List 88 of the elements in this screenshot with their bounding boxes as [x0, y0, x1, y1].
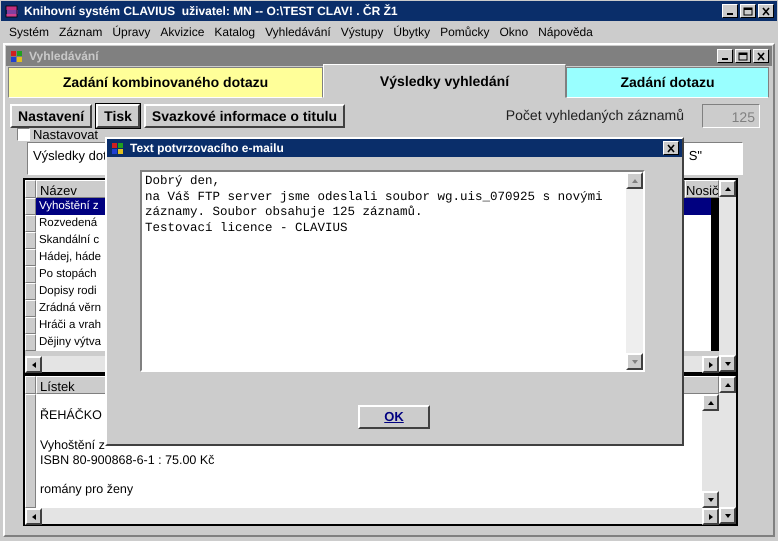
scroll-up-button[interactable]	[702, 394, 719, 411]
vertical-scrollbar[interactable]	[719, 376, 736, 524]
row-header[interactable]	[25, 249, 36, 266]
column-header[interactable]: Nosič	[685, 180, 719, 198]
scroll-up-button[interactable]	[719, 180, 736, 197]
row-header[interactable]	[25, 283, 36, 300]
menu-item[interactable]: Vyhledávání	[260, 23, 336, 41]
menu-item[interactable]: Pomůcky	[435, 23, 494, 41]
maximize-button[interactable]	[735, 49, 751, 63]
scroll-down-button[interactable]	[719, 507, 736, 524]
card-text: ŘEHÁČKO	[40, 408, 102, 423]
toolbar-button[interactable]: Tisk	[96, 104, 140, 128]
row-header[interactable]	[25, 300, 36, 317]
window-title: Knihovní systém CLAVIUS uživatel: MN -- O:\TEST CLAV! . ČR Ž1	[24, 3, 398, 20]
arrow-down-icon	[724, 360, 732, 368]
minimize-button[interactable]	[722, 4, 738, 18]
checkbox-label: Nastavovat	[33, 126, 98, 144]
row-header[interactable]	[25, 198, 36, 215]
tab[interactable]: Zadání kombinovaného dotazu	[8, 67, 323, 98]
horizontal-scrollbar[interactable]	[25, 508, 719, 524]
row-header[interactable]	[25, 266, 36, 283]
arrow-up-icon	[724, 184, 732, 192]
tab[interactable]: Výsledky vyhledání	[323, 64, 566, 98]
row-header[interactable]	[25, 317, 36, 334]
window-icon	[9, 48, 25, 64]
close-button[interactable]	[753, 49, 769, 63]
menu-item[interactable]: Nápověda	[533, 23, 598, 41]
maximize-icon	[738, 52, 748, 60]
message-field[interactable]: Dobrý den, na Váš FTP server jsme odeslali soubor wg.uis_070925 s novými záznamy. Soubor obsahuje 125 záznamů. Testovací licence - CLAVIUS	[140, 170, 645, 372]
dialog-title: Text potvrzovacího e-mailu	[130, 140, 284, 157]
vertical-scrollbar[interactable]	[719, 180, 736, 372]
scroll-up-button[interactable]	[626, 172, 643, 189]
arrow-left-icon	[30, 360, 38, 368]
row-header[interactable]	[25, 334, 36, 351]
card-text: ISBN 80-900868-6-1 : 75.00 Kč	[40, 453, 214, 468]
maximize-icon	[743, 6, 753, 16]
window-title: Vyhledávání	[29, 48, 99, 65]
scroll-right-button[interactable]	[702, 508, 719, 525]
card-text: romány pro ženy	[40, 482, 134, 497]
arrow-down-icon	[724, 512, 732, 520]
toolbar-button[interactable]: Nastavení	[10, 104, 92, 128]
menu-item[interactable]: Katalog	[209, 23, 260, 41]
menu-item[interactable]: Úpravy	[107, 23, 156, 41]
arrow-up-icon	[706, 398, 714, 406]
count-field: 125	[702, 104, 760, 128]
message-text: Dobrý den, na Váš FTP server jsme odeslali soubor wg.uis_070925 s novými záznamy. Soubor obsahuje 125 záznamů. Testovací licence - CLAVIUS	[145, 174, 603, 236]
close-button[interactable]	[758, 4, 774, 18]
vertical-scrollbar[interactable]	[626, 172, 643, 370]
menu-item[interactable]: Záznam	[54, 23, 108, 41]
minimize-icon	[722, 58, 728, 60]
arrow-left-icon	[30, 512, 38, 520]
card-text: Vyhoštění z	[40, 438, 105, 453]
summary-text: S"	[688, 147, 702, 165]
arrow-down-icon	[706, 496, 714, 504]
scroll-left-button[interactable]	[25, 508, 42, 525]
scroll-up-button[interactable]	[719, 376, 736, 393]
menu-item[interactable]: Systém	[4, 23, 54, 41]
arrow-down-icon	[630, 358, 638, 366]
arrow-up-icon	[724, 380, 732, 388]
maximize-button[interactable]	[740, 4, 756, 18]
scroll-right-button[interactable]	[702, 356, 719, 373]
arrow-up-icon	[630, 176, 638, 184]
arrow-right-icon	[706, 360, 714, 368]
count-label: Počet vyhledaných záznamů	[506, 106, 684, 125]
window-icon	[110, 140, 126, 156]
scroll-left-button[interactable]	[25, 356, 42, 373]
scroll-down-button[interactable]	[626, 353, 643, 370]
tab[interactable]: Zadání dotazu	[566, 67, 769, 98]
menu-item[interactable]: Akvizice	[155, 23, 210, 41]
books-icon	[4, 3, 20, 19]
close-icon	[666, 144, 676, 152]
arrow-right-icon	[706, 512, 714, 520]
minimize-icon	[727, 13, 733, 15]
row-header[interactable]	[25, 232, 36, 249]
toolbar-button[interactable]: Svazkové informace o titulu	[144, 104, 346, 128]
scroll-down-button[interactable]	[702, 491, 719, 508]
checkbox[interactable]	[17, 128, 30, 141]
close-button[interactable]	[663, 141, 679, 155]
close-icon	[756, 52, 766, 60]
vertical-scrollbar[interactable]	[702, 394, 719, 508]
ok-button[interactable]: OK	[358, 405, 430, 429]
close-icon	[761, 6, 771, 16]
minimize-button[interactable]	[717, 49, 733, 63]
menu-item[interactable]: Okno	[494, 23, 534, 41]
row-header[interactable]	[25, 215, 36, 232]
scroll-down-button[interactable]	[719, 355, 736, 372]
menu-item[interactable]: Výstupy	[336, 23, 388, 41]
menu-item[interactable]: Úbytky	[388, 23, 436, 41]
